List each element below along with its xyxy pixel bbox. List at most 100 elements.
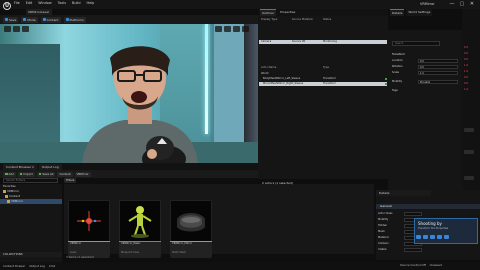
person-in-viewport: [82, 46, 198, 163]
tree-item-vrmirror[interactable]: VRMirror: [0, 199, 62, 204]
reset-button[interactable]: [464, 150, 474, 154]
tool-icon[interactable]: [430, 235, 435, 239]
details-search-input[interactable]: Search: [392, 41, 440, 46]
rotate-icon[interactable]: [224, 26, 231, 32]
tooltip-subtitle: Transform Tool Properties: [418, 227, 449, 230]
table-row[interactable]: Camera Source VR Monitoring: [259, 40, 387, 44]
filters-button[interactable]: Filters: [64, 178, 77, 183]
asset-name: VRMirror_Pawn: [121, 242, 141, 245]
platforms-icon: [65, 18, 69, 21]
scale-field[interactable]: 1.0: [418, 70, 458, 75]
menu-help[interactable]: Help: [87, 1, 95, 5]
value-readout: 0.0: [464, 58, 469, 61]
output-log-button[interactable]: Output Log: [29, 264, 45, 268]
bottom-details-tab[interactable]: Details: [376, 190, 431, 196]
content-drawer-button[interactable]: Content Drawer: [3, 264, 25, 268]
folder-search-input[interactable]: Search Folders: [3, 178, 58, 183]
import-button[interactable]: Import: [17, 171, 35, 177]
asset-thumbnail: [171, 201, 211, 241]
collections-header[interactable]: COLLECTIONS: [0, 252, 62, 257]
reset-button[interactable]: [464, 128, 474, 132]
asset-type: Level: [70, 251, 77, 254]
asset-type: Static Mesh: [172, 251, 186, 254]
section-general[interactable]: General: [376, 204, 480, 209]
asset-tile-blueprint[interactable]: VRMirror_Pawn Blueprint Class: [119, 200, 161, 258]
details-row: Visible: [378, 247, 478, 252]
tab-properties[interactable]: Properties: [278, 9, 297, 16]
close-icon[interactable]: ✕: [468, 1, 476, 8]
reset-button[interactable]: [464, 176, 474, 180]
viewport-options-icon[interactable]: [4, 26, 11, 32]
visibility-icon[interactable]: [385, 78, 387, 80]
minimize-icon[interactable]: —: [448, 1, 456, 8]
column-header[interactable]: Source Mutation: [292, 18, 313, 21]
grid-snap-icon[interactable]: [242, 26, 249, 32]
breadcrumb-content[interactable]: Content: [57, 171, 73, 177]
content-button[interactable]: Content: [40, 16, 61, 23]
tab-output-log[interactable]: Output Log: [38, 163, 62, 170]
lit-mode-icon[interactable]: [22, 26, 29, 32]
breadcrumb-vrmirror[interactable]: VRMirror: [74, 171, 91, 177]
rotation-field[interactable]: 0.0: [418, 64, 458, 69]
menu-edit[interactable]: Edit: [26, 1, 33, 5]
translate-icon[interactable]: [215, 26, 222, 32]
asset-tile-level[interactable]: VRMirror Level: [68, 200, 110, 258]
save-button[interactable]: Save: [3, 16, 19, 23]
details-row: Actor Class: [378, 211, 478, 216]
value-readout: 0.0: [464, 52, 469, 55]
tool-icon[interactable]: [444, 235, 449, 239]
property-field[interactable]: [404, 211, 422, 216]
asset-name: VRMirror_Mirror: [172, 242, 193, 245]
platforms-button[interactable]: Platforms: [63, 16, 86, 23]
actor-header-row: Actor Name Type: [259, 66, 387, 70]
outliner-row-world[interactable]: World: [259, 72, 387, 76]
cmd-input[interactable]: Cmd: [49, 264, 55, 268]
asset-type: Blueprint Class: [121, 251, 139, 254]
tooltip-tools: [416, 235, 449, 239]
level-viewport[interactable]: [0, 24, 258, 163]
asset-tile-mesh[interactable]: VRMirror_Mirror Static Mesh: [170, 200, 212, 258]
column-header[interactable]: Type: [323, 66, 329, 70]
perspective-icon[interactable]: [13, 26, 20, 32]
mobility-field[interactable]: Movable: [418, 79, 458, 84]
visibility-icon[interactable]: [385, 83, 387, 85]
asset-thumbnail: [69, 201, 109, 241]
menu-build[interactable]: Build: [72, 1, 81, 5]
content-icon: [42, 18, 46, 21]
add-button[interactable]: Add: [3, 171, 16, 177]
column-header[interactable]: Status: [323, 18, 331, 21]
menu-tools[interactable]: Tools: [58, 1, 66, 5]
unreal-logo-icon[interactable]: U: [3, 2, 11, 10]
right-side-strip: [462, 9, 480, 204]
folder-icon: [3, 190, 6, 193]
save-all-button[interactable]: Save All: [36, 171, 56, 177]
tool-icon[interactable]: [416, 235, 421, 239]
tab-content-browser[interactable]: Content Browser 1: [3, 163, 37, 170]
tooltip-title: Shooting by: [418, 221, 442, 226]
asset-thumbnail: [120, 201, 160, 241]
outliner-status: 2 actors (1 selected): [262, 181, 293, 185]
value-readout: 0.0: [464, 46, 469, 49]
unsaved-status[interactable]: Unsaved: [430, 263, 442, 267]
tool-icon[interactable]: [437, 235, 442, 239]
menu-window[interactable]: Window: [38, 1, 51, 5]
save-all-icon: [38, 172, 42, 176]
outliner-row-selected[interactable]: MirrorMeshMirror_Right_Sleeve Transform: [259, 82, 387, 86]
mode-button[interactable]: Mode: [21, 16, 38, 23]
menu-file[interactable]: File: [14, 1, 20, 5]
location-field[interactable]: 0.0: [418, 58, 458, 63]
column-header[interactable]: Display Type: [261, 18, 277, 21]
tool-icon[interactable]: [423, 235, 428, 239]
property-field[interactable]: [404, 247, 422, 252]
folder-tree: Favorites VRMirror Content VRMirror: [0, 184, 62, 262]
source-control-status[interactable]: Source Control Off: [400, 263, 426, 267]
tab-outliner[interactable]: Outliner: [260, 9, 277, 16]
scale-icon[interactable]: [233, 26, 240, 32]
save-icon: [5, 18, 8, 21]
viewport-shelf: [0, 44, 60, 144]
column-header[interactable]: Actor Name: [261, 66, 276, 70]
maximize-icon[interactable]: ▢: [458, 1, 466, 8]
tab-world-settings[interactable]: World Settings: [406, 9, 433, 16]
tab-details[interactable]: Details: [390, 9, 405, 16]
outliner-row[interactable]: BodyMeshMirror_Left_Sleeve Transform: [259, 77, 387, 81]
